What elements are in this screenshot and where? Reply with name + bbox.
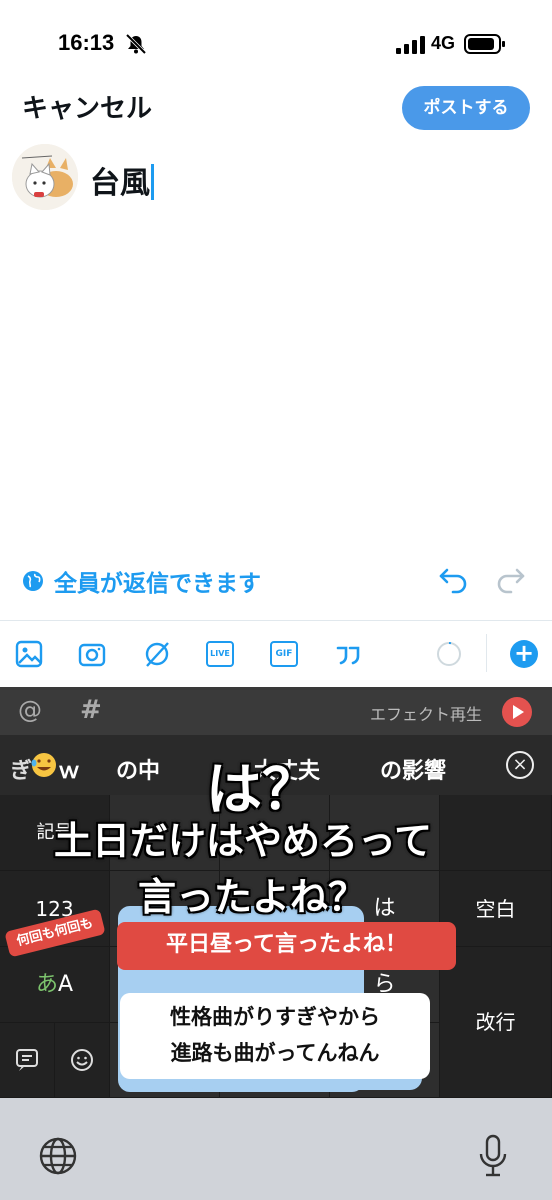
suggestion-4[interactable]: の影響	[380, 753, 446, 785]
kana-label: あ	[35, 972, 58, 997]
space-key[interactable]: 空白	[440, 871, 552, 947]
overlay-line-2: 言ったよね？	[138, 875, 367, 919]
reply-setting-button[interactable]: 全員が返信できます	[22, 564, 261, 598]
image-icon[interactable]	[14, 639, 44, 669]
effect-replay-label: エフェクト再生	[370, 705, 483, 724]
overlay-line-1: 土日だけはやめろって	[54, 819, 433, 863]
overlay-white-caption: 性格曲がりすぎやから 進路も曲がってんねん	[120, 993, 430, 1079]
silent-bell-icon	[125, 34, 147, 54]
avatar[interactable]	[12, 144, 78, 210]
status-time: 16:13	[58, 30, 115, 55]
overlay-red-caption: 平日昼って言ったよね！	[117, 922, 456, 970]
play-icon[interactable]	[502, 697, 532, 727]
backspace-key[interactable]	[440, 795, 552, 871]
kana-alpha-toggle[interactable]: あA	[0, 947, 110, 1023]
compose-field[interactable]: 台風	[90, 158, 154, 202]
close-suggestions-icon[interactable]: ×	[506, 751, 534, 779]
globe-icon	[23, 571, 43, 591]
laughing-emoji-icon	[31, 753, 56, 777]
suggestion-1[interactable]: ｗ	[58, 753, 80, 785]
globe-keyboard-icon[interactable]	[38, 1136, 78, 1176]
enter-key[interactable]: 改行	[440, 947, 552, 1098]
hash-key[interactable]: #	[80, 695, 102, 725]
toolbar-separator	[486, 634, 487, 672]
suggestion-2[interactable]: の中	[116, 753, 160, 785]
emoji-icon	[71, 1049, 93, 1071]
overlay-white-caption-line-1: 性格曲がりすぎやから	[170, 1005, 380, 1029]
live-icon[interactable]: LIVE	[206, 641, 234, 667]
status-bar: 16:13 4G	[0, 0, 552, 90]
network-type: 4G	[431, 33, 456, 53]
redo-icon[interactable]	[494, 564, 526, 594]
quote-icon[interactable]	[334, 639, 364, 669]
cancel-button[interactable]: キャンセル	[22, 88, 152, 125]
text-cursor	[151, 164, 154, 200]
camera-icon[interactable]	[77, 639, 107, 669]
emoji-key[interactable]	[55, 1023, 110, 1098]
undo-icon[interactable]	[438, 564, 470, 594]
cat-avatar-icon	[12, 144, 78, 210]
media-toolbar: LIVE GIF	[0, 621, 552, 687]
character-count-circle	[437, 642, 461, 666]
gif-icon[interactable]: GIF	[270, 641, 298, 667]
signal-icon	[396, 36, 425, 54]
microphone-icon[interactable]	[478, 1134, 508, 1178]
memo-icon	[16, 1049, 38, 1071]
grok-icon[interactable]	[142, 639, 172, 669]
add-post-button[interactable]: +	[510, 640, 538, 668]
keyboard-top-bar: @ # エフェクト再生	[0, 687, 552, 735]
keyboard-bottom-bar	[0, 1098, 552, 1200]
post-button[interactable]: ポストする	[402, 86, 530, 130]
overlay-white-caption-line-2: 進路も曲がってんねん	[170, 1041, 380, 1065]
suggestion-partial[interactable]: ぎ	[10, 753, 32, 785]
alpha-label: A	[57, 972, 74, 997]
battery-icon	[464, 34, 505, 54]
compose-text: 台風	[90, 166, 150, 201]
reply-setting-label: 全員が返信できます	[54, 571, 261, 597]
memo-key[interactable]	[0, 1023, 55, 1098]
at-key[interactable]: @	[18, 696, 42, 724]
compose-screen: { "status": {"time": "16:13", "network":…	[0, 0, 552, 1200]
